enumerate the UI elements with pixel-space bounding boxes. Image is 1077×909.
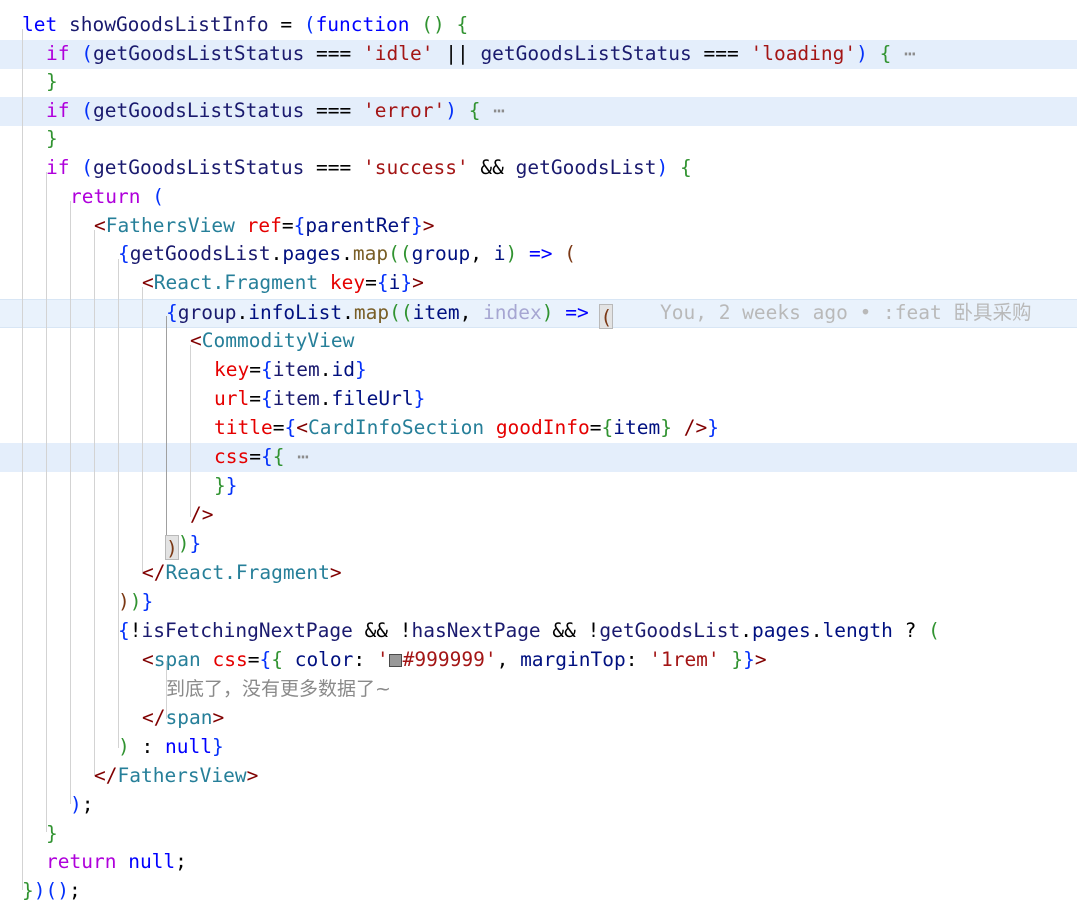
- code-line-15[interactable]: title={<CardInfoSection goodInfo={item} …: [0, 414, 1077, 443]
- code-line-8[interactable]: <FathersView ref={parentRef}>: [0, 212, 1077, 241]
- code-line-25[interactable]: </span>: [0, 704, 1077, 733]
- code-line-6[interactable]: if (getGoodsListStatus === 'success' && …: [0, 154, 1077, 183]
- code-line-10[interactable]: <React.Fragment key={i}>: [0, 269, 1077, 298]
- code-line-22[interactable]: {!isFetchingNextPage && !hasNextPage && …: [0, 617, 1077, 646]
- code-line-13[interactable]: key={item.id}: [0, 356, 1077, 385]
- code-line-23[interactable]: <span css={{ color: ' #999999', marginTop…: [0, 646, 1077, 675]
- code-line-26[interactable]: ) : null}: [0, 733, 1077, 762]
- code-line-30[interactable]: return null;: [0, 848, 1077, 877]
- code-line-21[interactable]: ))}: [0, 588, 1077, 617]
- code-line-7[interactable]: return (: [0, 183, 1077, 212]
- code-line-24[interactable]: 到底了，没有更多数据了~: [0, 675, 1077, 704]
- bracket-match-close: ): [165, 535, 179, 560]
- code-line-1[interactable]: let showGoodsListInfo = (function () {: [0, 11, 1077, 40]
- code-line-28[interactable]: );: [0, 791, 1077, 820]
- git-blame-commit-message: 卧具采购: [953, 301, 1032, 324]
- color-swatch-999999[interactable]: [388, 654, 402, 667]
- code-editor[interactable]: You, 2 weeks ago • :feat 卧具采购 let showGo…: [0, 0, 1077, 909]
- code-line-9[interactable]: {getGoodsList.pages.map((group, i) => (: [0, 240, 1077, 269]
- jsx-text-chinese: 到底了，没有更多数据了~: [166, 678, 391, 700]
- code-line-4[interactable]: if (getGoodsListStatus === 'error') { ⋯: [0, 97, 1077, 126]
- code-line-14[interactable]: url={item.fileUrl}: [0, 385, 1077, 414]
- code-line-5[interactable]: }: [0, 125, 1077, 154]
- code-line-2[interactable]: if (getGoodsListStatus === 'idle' || get…: [0, 40, 1077, 69]
- code-line-31[interactable]: })();: [0, 877, 1077, 906]
- code-line-3[interactable]: }: [0, 68, 1077, 97]
- code-line-18[interactable]: />: [0, 501, 1077, 530]
- color-value-label: #999999: [402, 648, 485, 671]
- code-line-17[interactable]: }}: [0, 472, 1077, 501]
- code-line-29[interactable]: }: [0, 820, 1077, 849]
- git-blame-text: You, 2 weeks ago • :feat: [660, 301, 954, 324]
- code-line-16[interactable]: css={{ ⋯: [0, 443, 1077, 472]
- bracket-match-open: (: [599, 304, 614, 329]
- code-line-27[interactable]: </FathersView>: [0, 762, 1077, 791]
- code-line-19[interactable]: ))}: [0, 530, 1077, 560]
- code-line-20[interactable]: </React.Fragment>: [0, 559, 1077, 588]
- git-blame-annotation[interactable]: You, 2 weeks ago • :feat 卧具采购: [660, 299, 1032, 328]
- code-line-12[interactable]: <CommodityView: [0, 327, 1077, 356]
